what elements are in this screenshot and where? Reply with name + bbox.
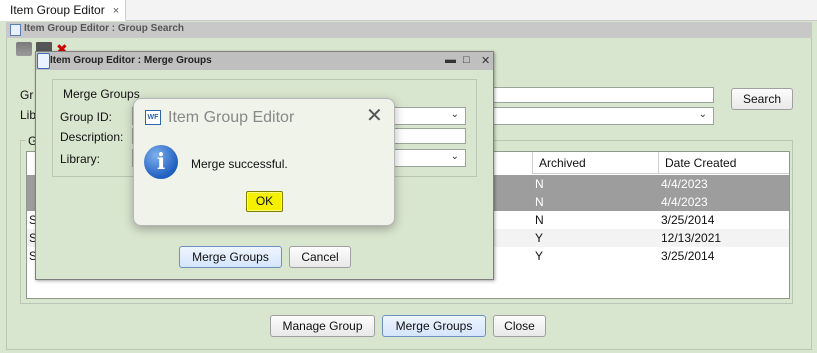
row-archived-cell: Y — [535, 231, 544, 245]
minimize-icon[interactable]: ▬ — [445, 54, 456, 66]
group-id-label: Group ID: — [60, 110, 113, 124]
merge-dialog-title-bar: Item Group Editor : Merge Groups ▬ □ ✕ — [36, 52, 493, 70]
column-header-date-created[interactable]: Date Created — [658, 152, 789, 174]
chevron-down-icon: ⌄ — [450, 109, 459, 120]
merge-groups-submit-button[interactable]: Merge Groups — [179, 246, 282, 268]
group-search-title-bar: Item Group Editor : Group Search — [6, 22, 812, 38]
frame-title: Item Group Editor : Group Search — [24, 23, 185, 34]
row-date-cell: 3/25/2014 — [661, 213, 715, 227]
message-text: Merge successful. — [191, 157, 288, 171]
ok-button[interactable]: OK — [246, 191, 283, 212]
chevron-down-icon: ⌄ — [698, 109, 707, 120]
row-archived-cell: N — [535, 213, 544, 227]
library-label: Library: — [60, 152, 101, 166]
library-select[interactable]: ⌄ — [492, 107, 714, 125]
row-date-cell: 12/13/2021 — [661, 231, 722, 245]
close-icon[interactable]: ✕ — [366, 103, 383, 128]
merge-groups-legend: Merge Groups — [60, 87, 143, 101]
manage-group-button[interactable]: Manage Group — [270, 315, 375, 337]
search-button[interactable]: Search — [731, 88, 793, 110]
row-date-cell: 4/4/2023 — [661, 195, 708, 209]
info-icon: i — [144, 145, 178, 179]
merge-dialog-title: Item Group Editor : Merge Groups — [50, 55, 212, 66]
tab-close-icon[interactable]: × — [113, 5, 119, 17]
close-icon[interactable]: ✕ — [481, 54, 490, 67]
tab-label: Item Group Editor — [10, 3, 105, 17]
library-label: Lib — [20, 108, 37, 122]
app-icon: WF — [145, 110, 161, 125]
print-icon[interactable] — [16, 42, 32, 56]
group-search-input[interactable] — [492, 87, 714, 103]
row-date-cell: 4/4/2023 — [661, 177, 708, 191]
column-header-archived[interactable]: Archived — [532, 152, 658, 174]
row-archived-cell: N — [535, 177, 544, 191]
row-archived-cell: N — [535, 195, 544, 209]
tab-item-group-editor[interactable]: Item Group Editor × — [0, 0, 127, 21]
maximize-icon[interactable]: □ — [463, 54, 470, 66]
message-box-title: Item Group Editor — [168, 109, 295, 126]
row-date-cell: 3/25/2014 — [661, 249, 715, 263]
group-label: Gr — [20, 88, 34, 102]
cancel-button[interactable]: Cancel — [289, 246, 351, 268]
row-archived-cell: Y — [535, 249, 544, 263]
merge-groups-button[interactable]: Merge Groups — [382, 315, 486, 337]
window-icon — [10, 24, 21, 36]
window-icon — [37, 53, 50, 69]
chevron-down-icon: ⌄ — [450, 151, 459, 162]
close-button[interactable]: Close — [493, 315, 546, 337]
description-label: Description: — [60, 130, 124, 144]
message-box: WF Item Group Editor ✕ i Merge successfu… — [133, 98, 395, 226]
